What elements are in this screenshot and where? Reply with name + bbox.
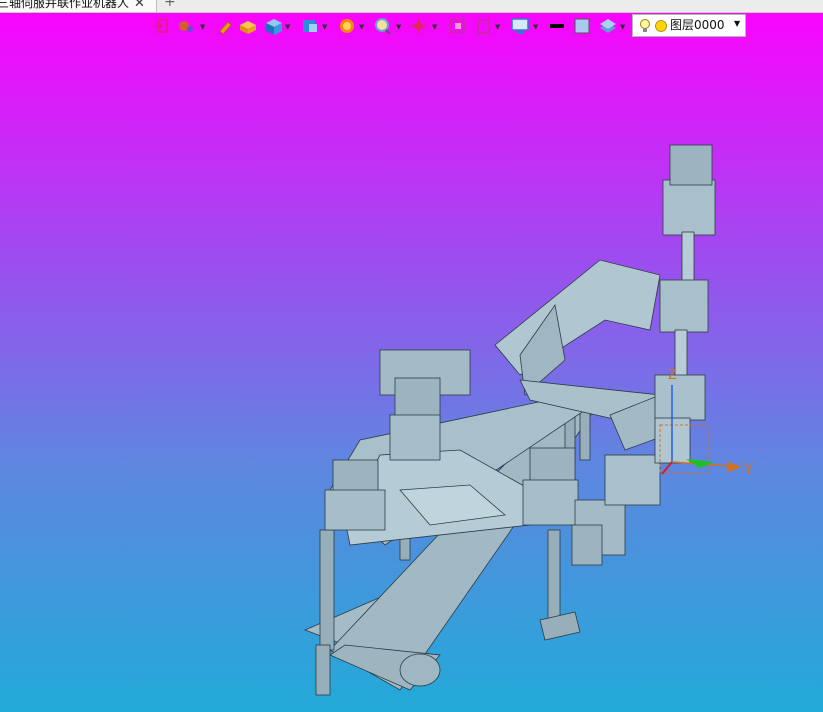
y-axis-label: Y — [744, 460, 754, 478]
layer-select[interactable]: 图层0000 ▼ — [632, 14, 746, 37]
z-axis-label: Z — [668, 368, 677, 383]
chevron-down-icon[interactable]: ▼ — [620, 23, 626, 31]
chevron-down-icon[interactable]: ▼ — [432, 23, 438, 31]
move-icon[interactable] — [412, 19, 426, 33]
section-icon[interactable] — [450, 19, 465, 33]
pencil-icon[interactable] — [219, 21, 232, 35]
shade-box-icon[interactable] — [240, 21, 256, 34]
render-style-icon[interactable] — [340, 19, 354, 33]
face-color-icon[interactable] — [574, 18, 590, 34]
zoom-icon[interactable] — [375, 18, 391, 35]
chevron-down-icon[interactable]: ▼ — [359, 23, 365, 31]
chevron-down-icon[interactable]: ▼ — [533, 23, 539, 31]
line-color-icon[interactable] — [550, 24, 564, 28]
view-cube-icon[interactable] — [266, 19, 282, 35]
chevron-down-icon[interactable]: ▼ — [322, 23, 328, 31]
exit-sketch-icon[interactable] — [154, 19, 168, 33]
chevron-down-icon[interactable]: ▼ — [396, 23, 402, 31]
display-settings-icon[interactable] — [511, 18, 529, 34]
chevron-down-icon[interactable]: ▼ — [200, 23, 206, 31]
chevron-down-icon[interactable]: ▼ — [285, 23, 291, 31]
chevron-down-icon[interactable]: ▼ — [495, 23, 501, 31]
3d-viewport[interactable] — [0, 0, 823, 712]
view-orient-icon[interactable] — [303, 20, 317, 32]
lightbulb-icon[interactable] — [640, 19, 650, 33]
bounding-box-icon[interactable] — [477, 19, 490, 34]
layer-name: 图层0000 — [670, 18, 725, 32]
snap-tools-icon[interactable] — [179, 21, 193, 32]
chevron-down-icon[interactable]: ▼ — [734, 13, 740, 34]
layer-visible-icon[interactable] — [655, 20, 667, 32]
layer-manager-icon[interactable] — [600, 19, 616, 33]
